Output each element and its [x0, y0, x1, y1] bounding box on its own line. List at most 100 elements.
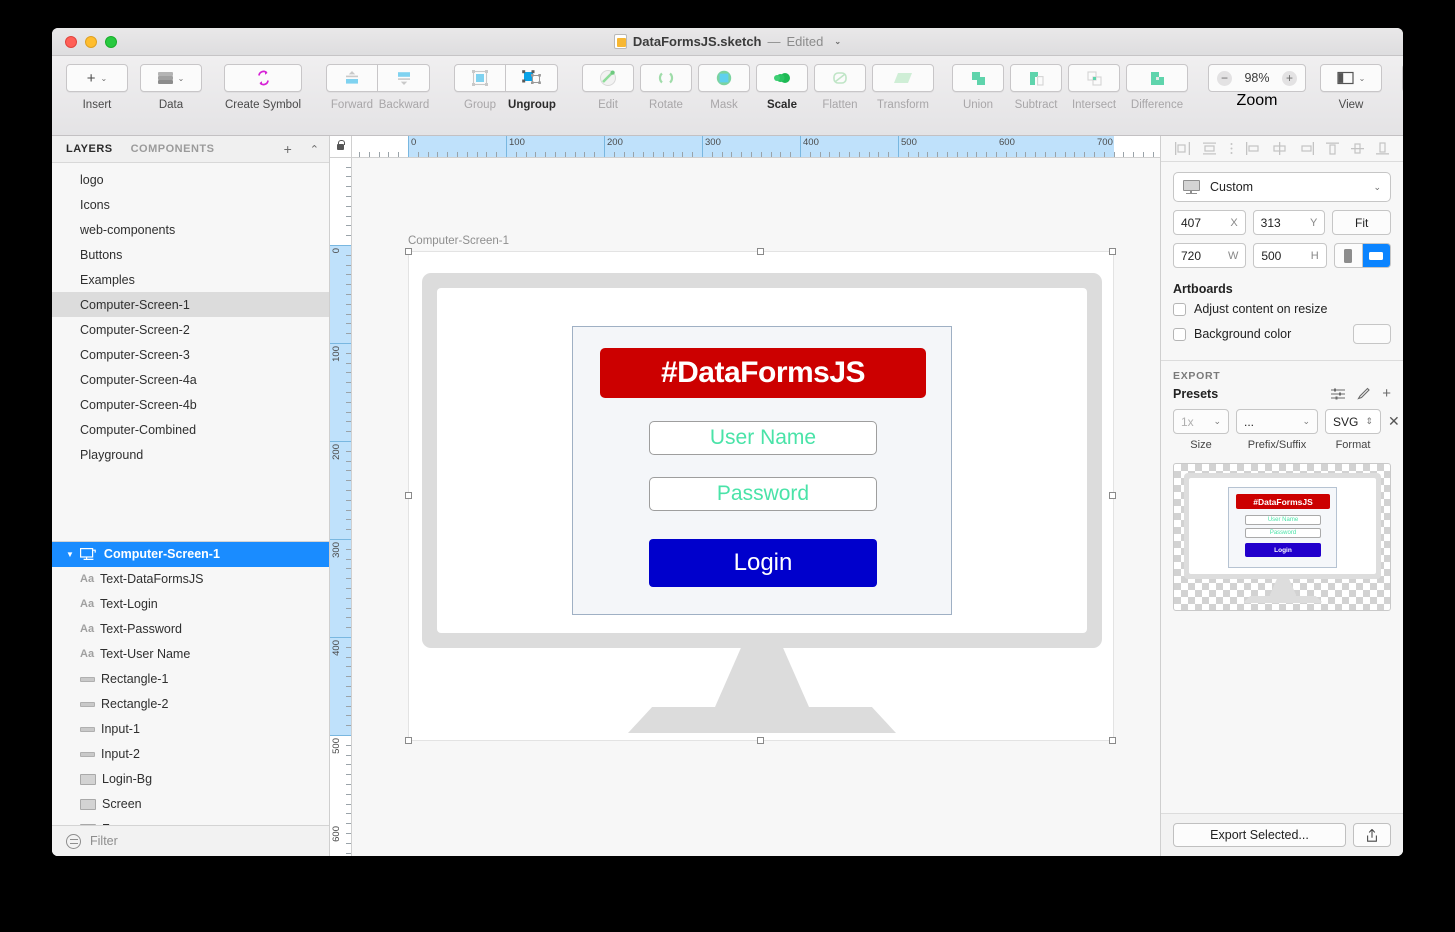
username-field[interactable]: User Name — [649, 421, 877, 455]
y-field[interactable]: 313 Y — [1252, 210, 1326, 235]
chevron-up-icon[interactable]: ⌃ — [310, 143, 319, 156]
portrait-button[interactable] — [1333, 243, 1363, 268]
flatten-button[interactable]: Flatten — [814, 64, 866, 111]
filter-bar[interactable]: Filter — [52, 825, 329, 856]
layer-item[interactable]: Rectangle-1 — [52, 667, 329, 692]
align-middle-icon[interactable] — [1350, 142, 1365, 155]
vertical-ruler[interactable]: 0 100 200 300 400 500 600 — [330, 158, 352, 856]
layer-item[interactable]: Input-1 — [52, 717, 329, 742]
list-item[interactable]: Computer-Screen-4a — [52, 367, 329, 392]
align-center-icon[interactable] — [1271, 142, 1288, 155]
zoom-in-button[interactable]: + — [1282, 70, 1297, 86]
subtract-button[interactable]: Subtract — [1010, 64, 1062, 111]
selection-handle-ml[interactable] — [405, 492, 412, 499]
sliders-icon[interactable] — [1331, 388, 1346, 400]
ungroup-button[interactable]: Ungroup — [506, 64, 558, 111]
list-item[interactable]: Computer-Combined — [52, 417, 329, 442]
list-item[interactable]: Computer-Screen-4b — [52, 392, 329, 417]
group-button[interactable]: Group — [454, 64, 506, 111]
title-chevron-down-icon[interactable]: ⌄ — [834, 37, 841, 46]
transform-button[interactable]: Transform — [872, 64, 934, 111]
mask-button[interactable]: Mask — [698, 64, 750, 111]
tab-layers[interactable]: LAYERS — [66, 143, 113, 155]
background-color-swatch[interactable] — [1353, 324, 1391, 344]
filter-input[interactable]: Filter — [90, 834, 118, 848]
insert-button[interactable]: + ⌄ Insert — [66, 64, 128, 111]
intersect-button[interactable]: Intersect — [1068, 64, 1120, 111]
list-item-selected[interactable]: Computer-Screen-1 — [52, 292, 329, 317]
layer-item[interactable]: Rectangle-2 — [52, 692, 329, 717]
adjust-content-row[interactable]: Adjust content on resize — [1173, 302, 1391, 316]
canvas-area[interactable]: 0 100 200 300 400 500 600 700 0 100 200 … — [330, 136, 1160, 856]
send-backward-button[interactable]: Backward — [378, 64, 430, 111]
artboard-computer-screen-1[interactable]: #DataFormsJS User Name Password Login — [408, 251, 1114, 741]
size-dropdown[interactable]: 1x ⌄ — [1173, 409, 1229, 434]
preview-button[interactable]: Preview — [1402, 64, 1403, 111]
list-item[interactable]: web-components — [52, 217, 329, 242]
format-dropdown[interactable]: SVG ⇕ — [1325, 409, 1381, 434]
artboard-preset-dropdown[interactable]: Custom ⌄ — [1173, 172, 1391, 202]
selection-handle-tl[interactable] — [405, 248, 412, 255]
export-selected-button[interactable]: Export Selected... — [1173, 823, 1346, 847]
adjust-content-checkbox[interactable] — [1173, 302, 1186, 316]
align-center-horizontal-icon[interactable] — [1201, 142, 1218, 155]
pencil-icon[interactable] — [1357, 387, 1371, 400]
add-page-icon[interactable]: + — [284, 141, 292, 157]
background-color-row[interactable]: Background color — [1173, 324, 1391, 344]
list-item[interactable]: Playground — [52, 442, 329, 467]
selection-handle-br[interactable] — [1109, 737, 1116, 744]
layer-item[interactable]: Aa Text-Login — [52, 592, 329, 617]
layer-item[interactable]: Screen — [52, 792, 329, 817]
ruler-lock-corner[interactable] — [330, 136, 352, 158]
selection-handle-bc[interactable] — [757, 737, 764, 744]
data-button[interactable]: ⌄ Data — [140, 64, 202, 111]
stepper-icon[interactable]: ⇕ — [1359, 416, 1373, 427]
plus-icon[interactable]: + — [1382, 386, 1391, 401]
bring-forward-button[interactable]: Forward — [326, 64, 378, 111]
layer-item[interactable]: Frame — [52, 817, 329, 825]
layer-item[interactable]: Aa Text-User Name — [52, 642, 329, 667]
list-item[interactable]: Icons — [52, 192, 329, 217]
selection-handle-bl[interactable] — [405, 737, 412, 744]
layer-group-computer-screen-1[interactable]: ▼ Computer-Screen-1 — [52, 541, 329, 567]
list-item[interactable]: Buttons — [52, 242, 329, 267]
scale-button[interactable]: Scale — [756, 64, 808, 111]
share-export-button[interactable] — [1353, 823, 1391, 847]
align-right-edges-icon[interactable] — [1298, 142, 1315, 155]
view-button[interactable]: ⌄ View — [1320, 64, 1382, 111]
align-bottom-icon[interactable] — [1375, 142, 1390, 155]
width-field[interactable]: 720 W — [1173, 243, 1247, 268]
zoom-out-button[interactable]: − — [1217, 70, 1232, 86]
layer-item[interactable]: Input-2 — [52, 742, 329, 767]
tab-components[interactable]: COMPONENTS — [131, 143, 215, 155]
close-icon[interactable]: ✕ — [1388, 409, 1400, 434]
prefix-dropdown[interactable]: ... ⌄ — [1236, 409, 1318, 434]
horizontal-ruler[interactable]: 0 100 200 300 400 500 600 700 — [352, 136, 1160, 158]
fit-button[interactable]: Fit — [1332, 210, 1392, 235]
artboard-name-label[interactable]: Computer-Screen-1 — [408, 235, 509, 247]
landscape-button[interactable] — [1362, 243, 1391, 268]
list-item[interactable]: Computer-Screen-3 — [52, 342, 329, 367]
x-field[interactable]: 407 X — [1173, 210, 1246, 235]
list-item[interactable]: logo — [52, 167, 329, 192]
rotate-button[interactable]: Rotate — [640, 64, 692, 111]
align-left-icon[interactable] — [1174, 142, 1191, 155]
background-color-checkbox[interactable] — [1173, 327, 1186, 341]
selection-handle-mr[interactable] — [1109, 492, 1116, 499]
union-button[interactable]: Union — [952, 64, 1004, 111]
align-top-icon[interactable] — [1325, 142, 1340, 155]
difference-button[interactable]: Difference — [1126, 64, 1188, 111]
layer-item[interactable]: Aa Text-Password — [52, 617, 329, 642]
layer-item[interactable]: Login-Bg — [52, 767, 329, 792]
layer-item[interactable]: Aa Text-DataFormsJS — [52, 567, 329, 592]
password-field[interactable]: Password — [649, 477, 877, 511]
disclosure-triangle-icon[interactable]: ▼ — [66, 550, 74, 559]
list-item[interactable]: Examples — [52, 267, 329, 292]
list-item[interactable]: Computer-Screen-2 — [52, 317, 329, 342]
align-left-edges-icon[interactable] — [1245, 142, 1262, 155]
height-field[interactable]: 500 H — [1253, 243, 1327, 268]
login-button[interactable]: Login — [649, 539, 877, 587]
selection-handle-tr[interactable] — [1109, 248, 1116, 255]
canvas-viewport[interactable]: Computer-Screen-1 #DataFormsJS User Name… — [352, 158, 1160, 856]
selection-handle-tc[interactable] — [757, 248, 764, 255]
